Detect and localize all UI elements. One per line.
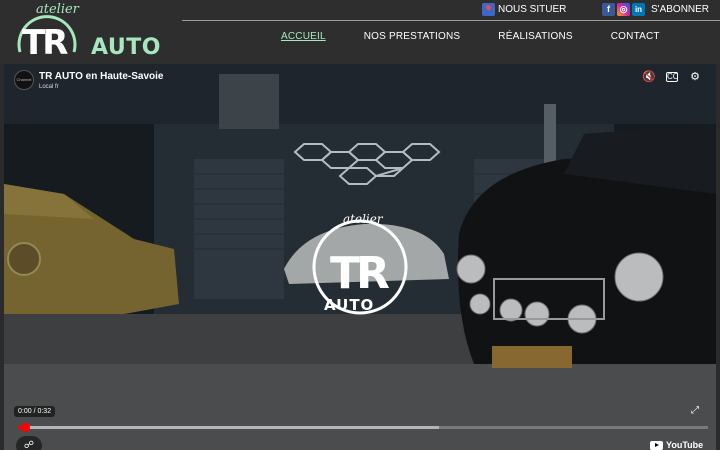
video-player[interactable]: Channel TR AUTO en Haute-Savoie Local fr… <box>4 64 716 450</box>
logo-monogram: TR <box>22 23 68 63</box>
nav-item-accueil[interactable]: ACCUEIL <box>281 31 326 42</box>
video-title[interactable]: TR AUTO en Haute-Savoie <box>39 71 163 82</box>
locate-label: NOUS SITUER <box>498 4 567 15</box>
facebook-icon[interactable]: f <box>602 3 615 16</box>
channel-name[interactable]: Local fr <box>39 84 163 90</box>
map-pin-icon <box>482 3 495 16</box>
site-logo[interactable]: TR atelier AUTO <box>12 2 172 64</box>
progress-scrubber[interactable] <box>20 423 30 432</box>
watermark-word: AUTO <box>324 296 375 314</box>
watermark-monogram: TR <box>330 248 390 299</box>
youtube-wordmark: YouTube <box>666 440 704 450</box>
link-icon[interactable]: ☍ <box>16 436 42 450</box>
logo-word: AUTO <box>91 35 161 60</box>
logo-script: atelier <box>36 2 79 17</box>
time-display: 0:00 / 0:32 <box>14 406 56 417</box>
nav-item-prestations[interactable]: NOS PRESTATIONS <box>364 31 461 42</box>
main-nav: ACCUEIL NOS PRESTATIONS RÉALISATIONS CON… <box>281 31 698 42</box>
video-top-controls: 🔇 CC ⚙ <box>642 70 702 84</box>
subscribe-label[interactable]: S'ABONNER <box>651 4 709 15</box>
linkedin-icon[interactable]: in <box>632 3 645 16</box>
nav-item-realisations[interactable]: RÉALISATIONS <box>498 31 572 42</box>
social-links: f ◎ in S'ABONNER <box>602 3 709 16</box>
video-header: Channel TR AUTO en Haute-Savoie Local fr <box>14 70 163 90</box>
fullscreen-icon[interactable]: ⤢ <box>688 404 702 418</box>
instagram-icon[interactable]: ◎ <box>617 3 630 16</box>
channel-avatar[interactable]: Channel <box>14 70 34 90</box>
nav-item-contact[interactable]: CONTACT <box>611 31 660 42</box>
watermark-script: atelier <box>343 212 383 226</box>
site-header: TR atelier AUTO NOUS SITUER f ◎ in S'ABO… <box>0 0 720 64</box>
locate-link[interactable]: NOUS SITUER <box>482 3 566 16</box>
captions-icon[interactable]: CC <box>666 72 679 82</box>
video-titles: TR AUTO en Haute-Savoie Local fr <box>39 71 163 90</box>
mute-icon[interactable]: 🔇 <box>642 70 656 84</box>
youtube-logo[interactable]: YouTube <box>650 440 703 450</box>
youtube-play-icon <box>650 440 663 450</box>
settings-icon[interactable]: ⚙ <box>688 70 702 84</box>
progress-bar[interactable] <box>18 423 708 432</box>
header-divider <box>182 20 720 21</box>
progress-buffered <box>18 426 439 429</box>
